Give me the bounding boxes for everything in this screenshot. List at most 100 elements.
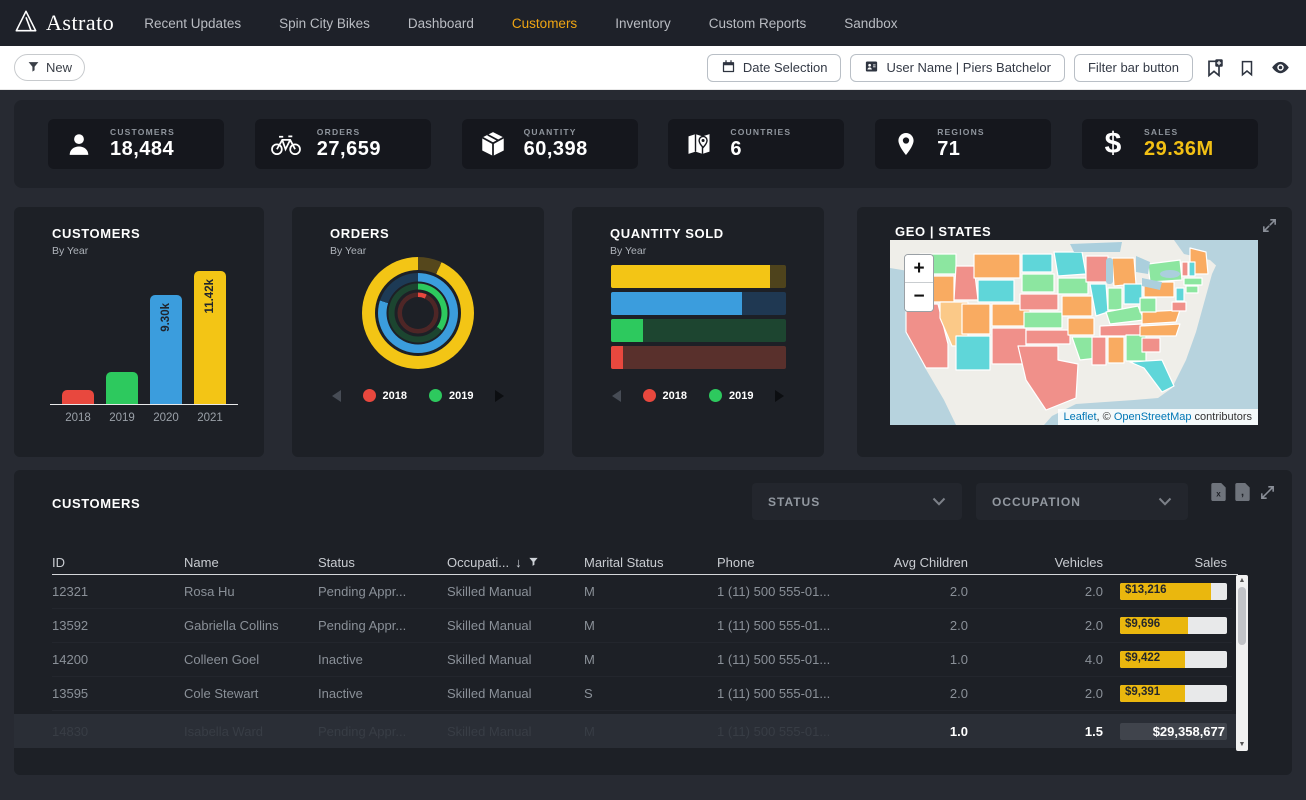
table-row[interactable]: 13595Cole StewartInactiveSkilled ManualS… [52, 677, 1232, 711]
filter-bar-button[interactable]: Filter bar button [1074, 54, 1193, 82]
sales-value: $9,422 [1125, 652, 1160, 664]
filter-bar-label: Filter bar button [1088, 60, 1179, 75]
user-name-button[interactable]: User Name | Piers Batchelor [850, 54, 1065, 82]
total-sales-cell: $29,358,677 [1103, 723, 1227, 740]
scroll-down-arrow[interactable]: ▼ [1239, 739, 1246, 751]
nav-item-spin-city-bikes[interactable]: Spin City Bikes [279, 16, 370, 31]
export-csv-icon[interactable]: , [1235, 483, 1250, 501]
x-axis-label-2021: 2021 [197, 412, 223, 424]
funnel-icon [27, 60, 40, 76]
scroll-up-arrow[interactable]: ▲ [1239, 575, 1246, 587]
eye-icon[interactable] [1268, 56, 1292, 80]
column-header-marital-status[interactable]: Marital Status [584, 555, 717, 570]
column-header-label: Phone [717, 555, 755, 570]
column-header-id[interactable]: ID [52, 555, 184, 570]
column-header-sales[interactable]: Sales [1103, 555, 1227, 570]
cell-status: Pending Appr... [318, 618, 447, 633]
bar-2019[interactable] [106, 372, 138, 404]
x-axis-line [50, 404, 238, 405]
table-row[interactable]: 12321Rosa HuPending Appr...Skilled Manua… [52, 575, 1232, 609]
top-navigation: Astrato Recent Updates Spin City Bikes Das… [0, 0, 1306, 46]
legend-prev-arrow[interactable] [612, 390, 621, 402]
kpi-card-sales: $SALES29.36M [1082, 119, 1258, 169]
column-header-phone[interactable]: Phone [717, 555, 869, 570]
cell-status: Inactive [318, 686, 447, 701]
table-totals-row: 14830 Isabella Ward Pending Appr... Skil… [14, 714, 1236, 748]
kpi-value: 29.36M [1144, 138, 1214, 161]
column-header-name[interactable]: Name [184, 555, 318, 570]
chevron-down-icon [932, 493, 946, 511]
legend-label: 2018 [383, 390, 407, 402]
donut-chart[interactable] [362, 257, 474, 369]
bookmark-icon[interactable] [1235, 56, 1259, 80]
column-header-vehicles[interactable]: Vehicles [968, 555, 1103, 570]
table-row[interactable]: 14200Colleen GoelInactiveSkilled ManualM… [52, 643, 1232, 677]
quantity-bar-2020[interactable] [611, 292, 786, 315]
quantity-bar-2018[interactable] [611, 346, 786, 369]
expand-icon[interactable] [1259, 484, 1276, 501]
sales-value: $9,391 [1125, 686, 1160, 698]
legend-prev-arrow[interactable] [332, 390, 341, 402]
nav-item-inventory[interactable]: Inventory [615, 16, 671, 31]
leaflet-link[interactable]: Leaflet [1064, 411, 1097, 423]
scrollbar-thumb[interactable] [1238, 587, 1246, 645]
astrato-logo[interactable]: Astrato [14, 9, 114, 38]
status-filter-dropdown[interactable]: STATUS [752, 483, 962, 520]
column-header-label: Vehicles [1055, 555, 1103, 570]
card-title: GEO | STATES [895, 224, 991, 239]
nav-item-recent-updates[interactable]: Recent Updates [144, 16, 241, 31]
bar-2021[interactable]: 11.42k [194, 271, 226, 404]
bookmark-add-icon[interactable] [1202, 56, 1226, 80]
date-selection-button[interactable]: Date Selection [707, 54, 842, 82]
column-header-avg-children[interactable]: Avg Children [869, 555, 968, 570]
bar-2018[interactable] [62, 390, 94, 404]
total-vehicles: 1.5 [968, 724, 1103, 739]
cell-sales: $9,696 [1103, 617, 1227, 634]
nav-item-custom-reports[interactable]: Custom Reports [709, 16, 807, 31]
zoom-out-button[interactable]: − [905, 283, 933, 311]
legend-dot [363, 389, 376, 402]
table-title: CUSTOMERS [52, 496, 140, 511]
new-filter-button[interactable]: New [14, 54, 85, 81]
openstreetmap-link[interactable]: OpenStreetMap [1114, 411, 1192, 423]
table-actions: x , [1211, 483, 1276, 501]
quantity-bar-2021[interactable] [611, 265, 786, 288]
sort-desc-icon[interactable]: ↓ [515, 555, 522, 570]
nav-item-sandbox[interactable]: Sandbox [844, 16, 897, 31]
nav-item-customers[interactable]: Customers [512, 16, 577, 31]
chart-legend: 20182019 [572, 389, 824, 402]
legend-item-2018: 2018 [643, 389, 687, 402]
user-name-label: User Name | Piers Batchelor [886, 60, 1051, 75]
svg-text:,: , [1241, 486, 1244, 499]
kpi-label: REGIONS [937, 127, 985, 137]
kpi-card-regions: REGIONS71 [875, 119, 1051, 169]
dashboard-page: CUSTOMERS18,484ORDERS27,659QUANTITY60,39… [0, 90, 1306, 800]
occupation-filter-dropdown[interactable]: OCCUPATION [976, 483, 1188, 520]
column-filter-icon[interactable] [528, 555, 539, 570]
column-header-occupati[interactable]: Occupati...↓ [447, 555, 584, 570]
table-row[interactable]: 13592Gabriella CollinsPending Appr...Ski… [52, 609, 1232, 643]
dollar-icon: $ [1094, 129, 1132, 159]
bar-2020[interactable]: 9.30k [150, 295, 182, 404]
cell-marital: S [584, 686, 717, 701]
leaflet-map[interactable]: + − Leaflet, © OpenStreetMap contributor… [890, 240, 1258, 425]
quantity-bar-2019[interactable] [611, 319, 786, 342]
cell-vehicles: 2.0 [968, 584, 1103, 599]
geo-states-card: GEO | STATES [857, 207, 1292, 457]
cell-occupation: Skilled Manual [447, 652, 584, 667]
nav-item-dashboard[interactable]: Dashboard [408, 16, 474, 31]
person-icon [60, 130, 98, 158]
user-badge-icon [864, 59, 879, 77]
pin-icon [887, 130, 925, 158]
legend-next-arrow[interactable] [495, 390, 504, 402]
legend-dot [429, 389, 442, 402]
export-excel-icon[interactable]: x [1211, 483, 1226, 501]
legend-item-2019: 2019 [429, 389, 473, 402]
table-scrollbar: ▲ ▼ [1236, 575, 1248, 751]
toolbar-right-group: Date Selection User Name | Piers Batchel… [707, 54, 1292, 82]
legend-next-arrow[interactable] [775, 390, 784, 402]
zoom-in-button[interactable]: + [905, 255, 933, 283]
column-header-status[interactable]: Status [318, 555, 447, 570]
expand-icon[interactable] [1261, 217, 1278, 239]
ghost-name: Isabella Ward [184, 724, 318, 739]
